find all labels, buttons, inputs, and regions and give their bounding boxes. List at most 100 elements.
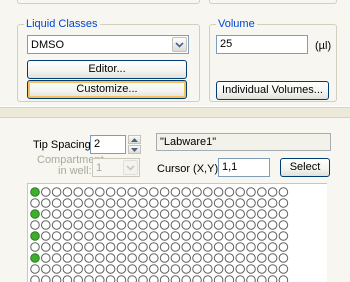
- well[interactable]: [278, 275, 289, 282]
- well[interactable]: [116, 242, 127, 252]
- well[interactable]: [213, 198, 224, 208]
- well[interactable]: [127, 275, 137, 282]
- well[interactable]: [149, 231, 159, 241]
- cursor-input[interactable]: 1,1: [218, 158, 270, 177]
- well[interactable]: [170, 187, 181, 197]
- well[interactable]: [224, 231, 235, 241]
- well[interactable]: [278, 220, 289, 230]
- well[interactable]: [73, 220, 84, 230]
- well[interactable]: [213, 275, 224, 282]
- well[interactable]: [84, 231, 94, 241]
- well[interactable]: [51, 209, 62, 219]
- volume-input[interactable]: 25: [216, 35, 308, 54]
- well[interactable]: [235, 253, 245, 263]
- well[interactable]: [138, 242, 148, 252]
- well[interactable]: [40, 242, 51, 252]
- well[interactable]: [51, 242, 62, 252]
- well[interactable]: [224, 275, 235, 282]
- well[interactable]: [213, 187, 224, 197]
- well[interactable]: [181, 275, 191, 282]
- well[interactable]: [257, 264, 267, 274]
- individual-volumes-button[interactable]: Individual Volumes...: [216, 81, 329, 100]
- well[interactable]: [224, 242, 235, 252]
- well[interactable]: [105, 231, 116, 241]
- well[interactable]: [170, 209, 181, 219]
- well[interactable]: [95, 231, 105, 241]
- well[interactable]: [267, 253, 278, 263]
- well[interactable]: [159, 187, 170, 197]
- well[interactable]: [192, 198, 202, 208]
- well[interactable]: [203, 242, 213, 252]
- well[interactable]: [138, 198, 148, 208]
- well[interactable]: [84, 209, 94, 219]
- well[interactable]: [51, 187, 62, 197]
- well[interactable]: [170, 220, 181, 230]
- well[interactable]: [62, 187, 73, 197]
- well[interactable]: [159, 209, 170, 219]
- well[interactable]: [203, 253, 213, 263]
- well[interactable]: [40, 231, 51, 241]
- well[interactable]: [138, 220, 148, 230]
- well[interactable]: [30, 198, 40, 208]
- well[interactable]: [105, 198, 116, 208]
- well[interactable]: [105, 275, 116, 282]
- well[interactable]: [95, 187, 105, 197]
- well[interactable]: [246, 198, 256, 208]
- well[interactable]: [170, 231, 181, 241]
- well[interactable]: [62, 253, 73, 263]
- well[interactable]: [30, 275, 40, 282]
- well[interactable]: [192, 187, 202, 197]
- well[interactable]: [213, 209, 224, 219]
- well[interactable]: [192, 231, 202, 241]
- well[interactable]: [30, 264, 40, 274]
- well[interactable]: [95, 209, 105, 219]
- well[interactable]: [257, 209, 267, 219]
- well[interactable]: [224, 264, 235, 274]
- well[interactable]: [149, 253, 159, 263]
- well[interactable]: [246, 253, 256, 263]
- well[interactable]: [105, 253, 116, 263]
- well[interactable]: [62, 242, 73, 252]
- select-button[interactable]: Select: [280, 158, 330, 177]
- well[interactable]: [73, 253, 84, 263]
- well[interactable]: [73, 264, 84, 274]
- well[interactable]: [138, 253, 148, 263]
- well[interactable]: [235, 209, 245, 219]
- well[interactable]: [51, 198, 62, 208]
- well[interactable]: [116, 209, 127, 219]
- well[interactable]: [95, 253, 105, 263]
- well[interactable]: [203, 220, 213, 230]
- well-plate[interactable]: [27, 183, 327, 282]
- well[interactable]: [138, 187, 148, 197]
- well[interactable]: [203, 264, 213, 274]
- well[interactable]: [246, 242, 256, 252]
- well[interactable]: [257, 198, 267, 208]
- well[interactable]: [181, 209, 191, 219]
- well[interactable]: [73, 231, 84, 241]
- tip-spacing-input[interactable]: 2: [90, 135, 126, 154]
- well[interactable]: [84, 198, 94, 208]
- well[interactable]: [267, 198, 278, 208]
- well[interactable]: [127, 198, 137, 208]
- well[interactable]: [170, 253, 181, 263]
- well[interactable]: [40, 253, 51, 263]
- well[interactable]: [181, 220, 191, 230]
- well[interactable]: [149, 187, 159, 197]
- well[interactable]: [267, 231, 278, 241]
- well[interactable]: [192, 220, 202, 230]
- well[interactable]: [62, 220, 73, 230]
- well[interactable]: [95, 198, 105, 208]
- well[interactable]: [170, 264, 181, 274]
- well[interactable]: [51, 275, 62, 282]
- well[interactable]: [73, 275, 83, 282]
- well[interactable]: [203, 275, 213, 282]
- well[interactable]: [30, 253, 40, 263]
- well[interactable]: [149, 220, 159, 230]
- well[interactable]: [84, 187, 94, 197]
- well[interactable]: [181, 242, 191, 252]
- well[interactable]: [116, 264, 127, 274]
- well[interactable]: [267, 220, 278, 230]
- well[interactable]: [192, 242, 202, 252]
- well[interactable]: [149, 275, 159, 282]
- liquid-class-select[interactable]: DMSO: [27, 35, 189, 54]
